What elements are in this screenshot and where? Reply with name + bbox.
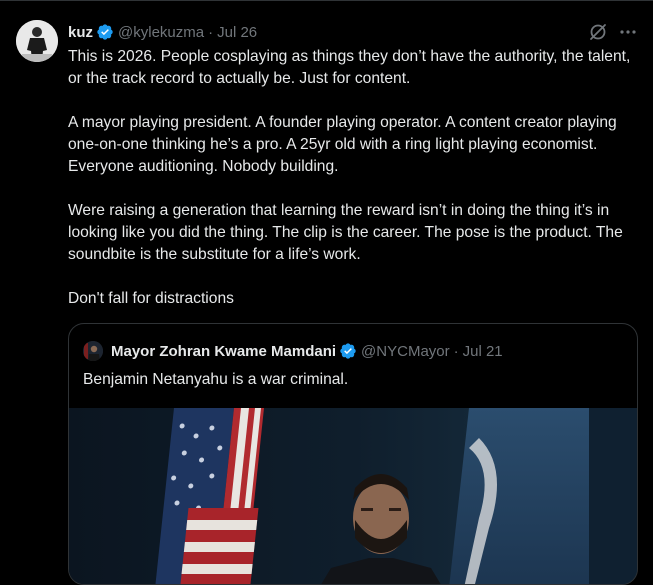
quoted-avatar-image <box>83 341 103 361</box>
tweet-paragraph: This is 2026. People cosplaying as thing… <box>68 48 631 87</box>
quoted-tweet[interactable]: Mayor Zohran Kwame Mamdani @NYCMayor · J… <box>68 323 638 585</box>
top-divider <box>0 0 653 1</box>
tweet-paragraph: Don't fall for distractions <box>68 290 234 307</box>
quoted-tweet-text: Benjamin Netanyahu is a war criminal. <box>83 371 349 388</box>
quoted-header-separator: · <box>453 342 459 360</box>
us-flag <box>155 408 264 584</box>
tweet-paragraph: Were raising a generation that learning … <box>68 202 623 263</box>
tweet-paragraph: A mayor playing president. A founder pla… <box>68 114 617 175</box>
tweet-body: This is 2026. People cosplaying as thing… <box>68 46 640 310</box>
quoted-author-avatar[interactable] <box>83 341 103 361</box>
quoted-timestamp[interactable]: Jul 21 <box>463 343 503 360</box>
author-handle[interactable]: @kylekuzma <box>118 24 204 41</box>
author-avatar-image <box>16 20 58 62</box>
author-avatar[interactable] <box>16 20 58 62</box>
grok-icon[interactable] <box>588 22 608 42</box>
verified-badge-icon[interactable] <box>96 23 114 41</box>
quoted-author-handle[interactable]: @NYCMayor <box>361 343 450 360</box>
tweet-header: kuz @kylekuzma · Jul 26 <box>68 22 257 42</box>
quoted-tweet-header: Mayor Zohran Kwame Mamdani @NYCMayor · J… <box>83 341 503 361</box>
verified-badge-icon[interactable] <box>339 342 357 360</box>
quoted-author-name[interactable]: Mayor Zohran Kwame Mamdani <box>111 343 336 360</box>
video-thumbnail <box>69 408 637 584</box>
quoted-tweet-video[interactable] <box>69 408 637 584</box>
more-icon[interactable] <box>618 22 638 42</box>
tweet-timestamp[interactable]: Jul 26 <box>217 24 257 41</box>
header-separator: · <box>208 23 214 41</box>
author-name[interactable]: kuz <box>68 24 93 41</box>
